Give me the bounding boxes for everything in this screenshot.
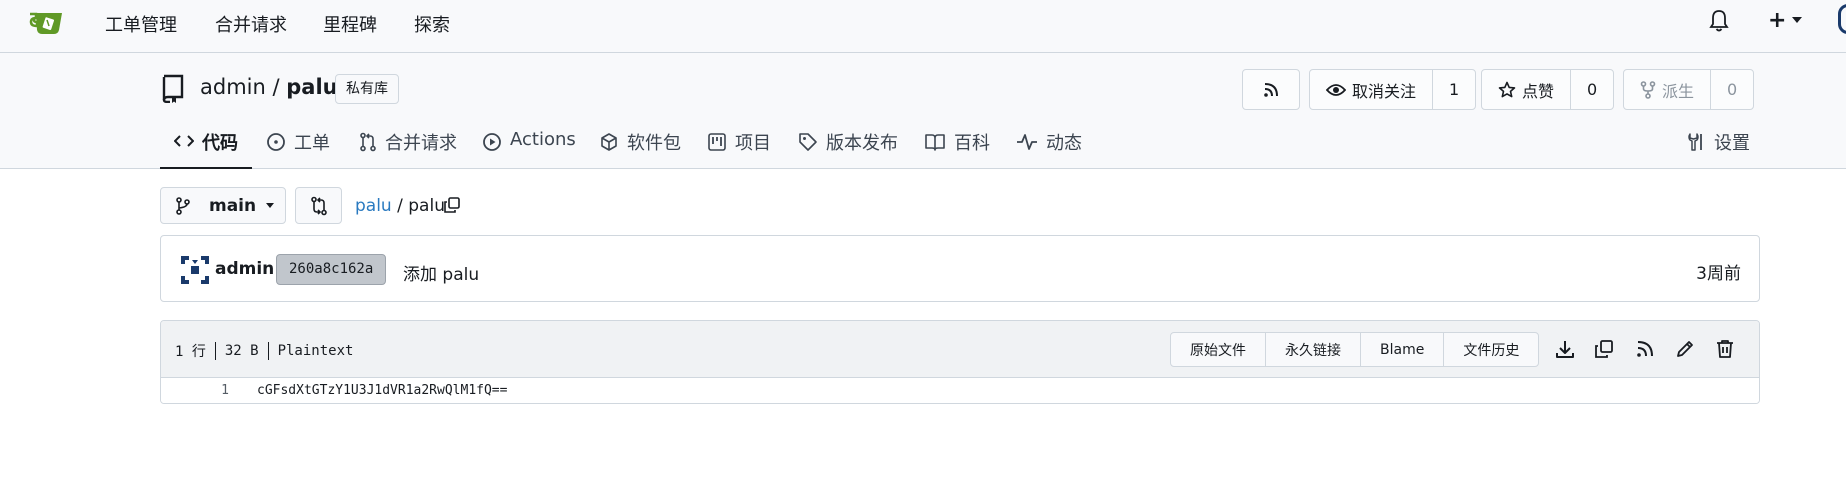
tab-projects[interactable]: 项目 bbox=[707, 129, 771, 169]
divider bbox=[267, 342, 269, 360]
unwatch-button[interactable]: 取消关注 1 bbox=[1309, 69, 1477, 110]
permalink-button[interactable]: 永久链接 bbox=[1265, 333, 1360, 366]
tab-packages-label: 软件包 bbox=[627, 133, 681, 154]
tab-issues-label: 工单 bbox=[294, 133, 330, 154]
pulse-icon bbox=[1017, 134, 1037, 150]
tab-pulls[interactable]: 合并请求 bbox=[359, 129, 457, 169]
blame-button[interactable]: Blame bbox=[1360, 333, 1443, 366]
edit-icon[interactable] bbox=[1674, 338, 1696, 360]
play-circle-icon bbox=[483, 133, 501, 151]
tab-code[interactable]: 代码 bbox=[160, 129, 252, 169]
nav-explore[interactable]: 探索 bbox=[414, 11, 450, 37]
repo-icon bbox=[162, 74, 184, 103]
raw-button[interactable]: 原始文件 bbox=[1171, 333, 1265, 366]
tab-wiki-label: 百科 bbox=[954, 133, 990, 154]
tab-pulls-label: 合并请求 bbox=[385, 133, 457, 154]
repo-owner-link[interactable]: admin bbox=[200, 75, 266, 99]
breadcrumb-separator: / bbox=[397, 196, 403, 216]
rss-icon bbox=[1264, 82, 1278, 97]
tag-icon bbox=[799, 133, 817, 151]
repo-title-separator: / bbox=[272, 75, 280, 99]
code-line: 1 cGFsdXtGTzY1U3J1dVR1a2RwQlM1fQ== bbox=[161, 378, 1759, 403]
chevron-down-icon bbox=[266, 203, 275, 208]
tab-releases-label: 版本发布 bbox=[826, 133, 898, 154]
commit-message[interactable]: 添加 palu bbox=[403, 260, 479, 285]
nav-issues[interactable]: 工单管理 bbox=[105, 11, 177, 37]
file-info: 1 行 32 B Plaintext bbox=[175, 341, 353, 361]
tab-actions-label: Actions bbox=[510, 129, 576, 150]
nav-milestones[interactable]: 里程碑 bbox=[323, 11, 377, 37]
tab-packages[interactable]: 软件包 bbox=[599, 129, 681, 169]
file-size: 32 B bbox=[224, 343, 259, 359]
commit-author-avatar[interactable] bbox=[179, 254, 211, 286]
download-icon[interactable] bbox=[1554, 338, 1576, 360]
user-avatar[interactable] bbox=[1838, 4, 1846, 34]
nav-pulls[interactable]: 合并请求 bbox=[215, 11, 287, 37]
repo-name-link[interactable]: palu bbox=[286, 75, 337, 99]
star-button[interactable]: 点赞 0 bbox=[1481, 69, 1615, 110]
pull-request-icon bbox=[360, 132, 376, 152]
tab-issues[interactable]: 工单 bbox=[266, 129, 330, 169]
star-count[interactable]: 0 bbox=[1570, 70, 1613, 109]
book-icon bbox=[925, 134, 945, 151]
package-icon bbox=[601, 133, 617, 151]
tab-wiki[interactable]: 百科 bbox=[924, 129, 990, 169]
file-type: Plaintext bbox=[277, 343, 354, 359]
commit-author[interactable]: admin bbox=[215, 259, 274, 279]
commit-sha-label[interactable]: 260a8c162a bbox=[276, 254, 387, 285]
commit-time: 3周前 bbox=[1696, 264, 1741, 284]
file-header: 1 行 32 B Plaintext 原始文件 永久链接 Blame 文件历史 bbox=[161, 321, 1759, 378]
fork-label: 派生 bbox=[1662, 81, 1695, 101]
fork-button[interactable]: 派生 0 bbox=[1623, 69, 1755, 110]
file-breadcrumb: palu / palu bbox=[355, 196, 445, 216]
breadcrumb-file: palu bbox=[408, 196, 445, 216]
rss-icon[interactable] bbox=[1634, 338, 1656, 360]
private-badge: 私有库 bbox=[335, 74, 399, 104]
latest-commit: admin 260a8c162a 添加 palu 3周前 bbox=[160, 235, 1760, 302]
tab-activity-label: 动态 bbox=[1046, 133, 1082, 154]
compare-button[interactable] bbox=[295, 187, 342, 224]
tab-code-label: 代码 bbox=[202, 133, 238, 154]
unwatch-label: 取消关注 bbox=[1352, 81, 1417, 101]
rss-feed-button[interactable] bbox=[1242, 69, 1300, 110]
tools-icon bbox=[1688, 133, 1702, 151]
compare-icon bbox=[310, 196, 327, 215]
fork-count[interactable]: 0 bbox=[1710, 70, 1753, 109]
file-line-count: 1 行 bbox=[175, 344, 206, 360]
star-label: 点赞 bbox=[1522, 81, 1555, 101]
fork-icon bbox=[1640, 80, 1656, 99]
file-action-group: 原始文件 永久链接 Blame 文件历史 bbox=[1170, 332, 1540, 367]
branch-selector[interactable]: main bbox=[160, 187, 286, 224]
watch-count[interactable]: 1 bbox=[1432, 70, 1475, 109]
file-view: 1 行 32 B Plaintext 原始文件 永久链接 Blame 文件历史 bbox=[160, 320, 1760, 404]
line-number[interactable]: 1 bbox=[161, 383, 229, 398]
tab-settings-label: 设置 bbox=[1714, 133, 1750, 154]
repo-header: admin / palu 私有库 取消关注 1 点赞 0 派生 0 代码 工单 … bbox=[0, 53, 1846, 169]
bell-icon[interactable] bbox=[1708, 9, 1730, 33]
eye-icon bbox=[1326, 83, 1346, 96]
repo-title: admin / palu bbox=[200, 75, 338, 99]
tab-activity[interactable]: 动态 bbox=[1016, 129, 1082, 169]
tab-settings[interactable]: 设置 bbox=[1686, 129, 1750, 169]
divider bbox=[214, 342, 216, 360]
project-icon bbox=[708, 133, 726, 151]
tab-projects-label: 项目 bbox=[735, 133, 771, 154]
breadcrumb-repo-link[interactable]: palu bbox=[355, 196, 392, 216]
trash-icon[interactable] bbox=[1714, 338, 1736, 360]
gitea-logo-icon[interactable] bbox=[28, 8, 66, 36]
branch-icon bbox=[176, 196, 190, 215]
create-plus-icon[interactable]: + bbox=[1768, 8, 1786, 33]
issue-icon bbox=[267, 133, 285, 151]
file-history-button[interactable]: 文件历史 bbox=[1443, 333, 1538, 366]
top-navbar: 工单管理 合并请求 里程碑 探索 + bbox=[0, 0, 1846, 53]
star-icon bbox=[1498, 81, 1516, 97]
code-icon bbox=[174, 135, 194, 147]
chevron-down-icon[interactable] bbox=[1792, 17, 1802, 23]
tab-releases[interactable]: 版本发布 bbox=[798, 129, 898, 169]
copy-icon[interactable] bbox=[1593, 338, 1615, 360]
tab-actions[interactable]: Actions bbox=[482, 129, 576, 169]
copy-path-icon[interactable] bbox=[443, 196, 461, 214]
branch-name: main bbox=[209, 195, 257, 216]
code-content: cGFsdXtGTzY1U3J1dVR1a2RwQlM1fQ== bbox=[257, 383, 508, 398]
